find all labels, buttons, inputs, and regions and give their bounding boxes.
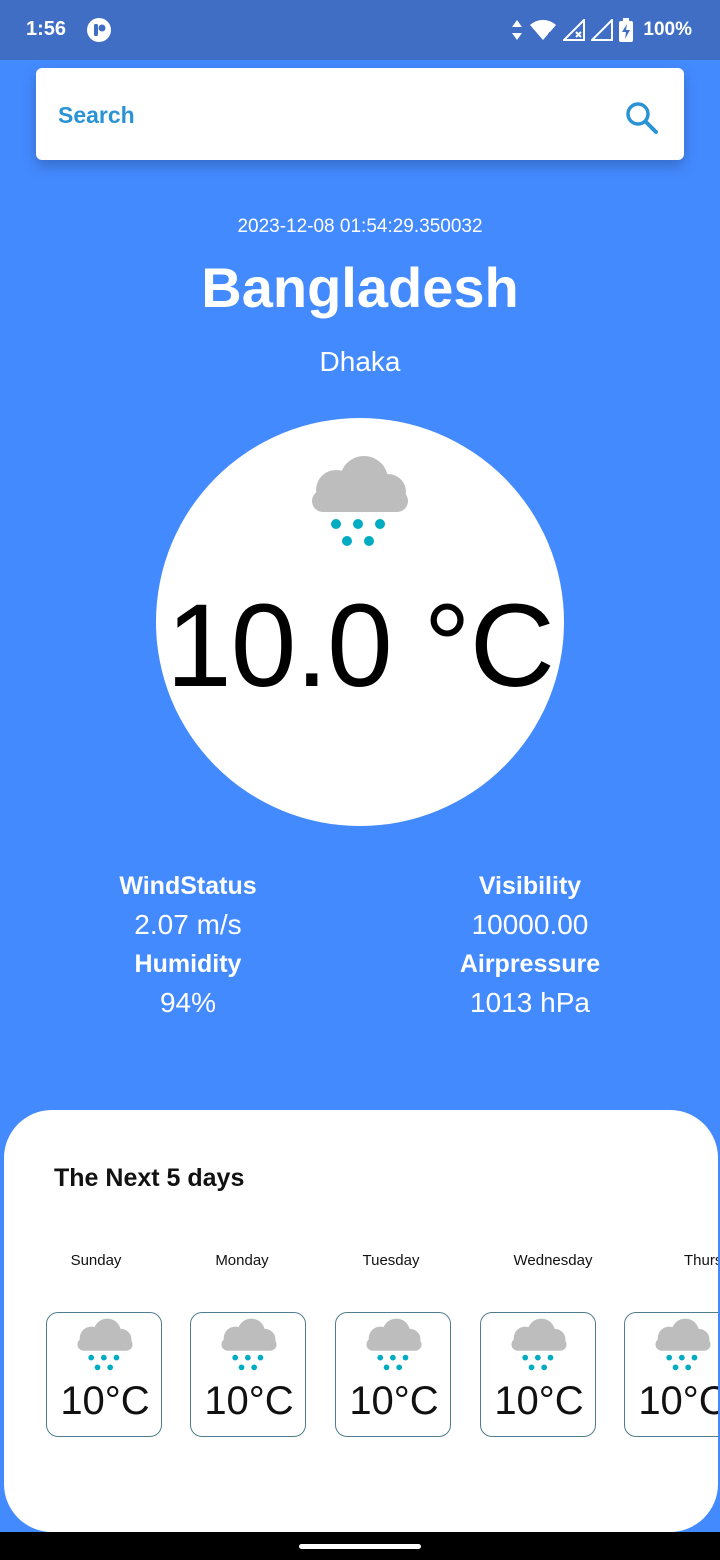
last-updated-timestamp: 2023-12-08 01:54:29.350032: [237, 216, 483, 237]
snow-cloud-icon: [221, 1318, 277, 1371]
visibility-value: 10000.00: [471, 909, 589, 940]
country-title: Bangladesh: [201, 256, 519, 319]
signal-no-sim-icon: [591, 19, 614, 41]
forecast-day-label: Tuesday: [362, 1252, 420, 1269]
wifi-icon: 4: [530, 19, 557, 41]
status-time: 1:56: [26, 18, 67, 40]
forecast-day-temp: 10°C: [494, 1379, 584, 1423]
forecast-day-card[interactable]: 10°C: [624, 1312, 718, 1437]
snow-cloud-icon: [77, 1318, 133, 1371]
data-arrows-icon: [512, 20, 523, 40]
forecast-day-card[interactable]: 10°C: [335, 1312, 451, 1437]
svg-text:4: 4: [546, 31, 552, 41]
forecast-day-card[interactable]: 10°C: [190, 1312, 306, 1437]
forecast-title: The Next 5 days: [54, 1164, 245, 1192]
forecast-day-label: Monday: [215, 1252, 269, 1269]
visibility-label: Visibility: [478, 872, 582, 900]
forecast-day-temp: 10°C: [349, 1379, 439, 1423]
city-name: Dhaka: [319, 346, 401, 377]
search-input[interactable]: [56, 90, 600, 140]
status-icons: 4 100%: [511, 16, 692, 44]
humidity-label: Humidity: [134, 950, 242, 978]
home-gesture-handle[interactable]: [299, 1544, 421, 1549]
snow-cloud-icon: [655, 1318, 711, 1371]
forecast-day-temp: 10°C: [638, 1379, 718, 1423]
forecast-day-temp: 10°C: [204, 1379, 294, 1423]
snow-cloud-icon: [312, 456, 408, 546]
forecast-day-label: Thursday: [684, 1252, 718, 1269]
search-icon[interactable]: [623, 99, 661, 137]
search-card: [36, 68, 684, 160]
battery-percent: 100%: [643, 19, 692, 40]
forecast-day-card[interactable]: 10°C: [480, 1312, 596, 1437]
wind-status-value: 2.07 m/s: [134, 909, 242, 940]
current-temperature: 10.0 °C: [166, 580, 555, 712]
forecast-card: The Next 5 days Sunday Monday Tuesday We…: [4, 1110, 718, 1532]
forecast-day-card[interactable]: 10°C: [46, 1312, 162, 1437]
snow-cloud-icon: [511, 1318, 567, 1371]
humidity-value: 94%: [159, 987, 217, 1018]
forecast-day-label: Sunday: [70, 1252, 122, 1269]
air-pressure-value: 1013 hPa: [470, 987, 590, 1018]
current-temperature-circle: 10.0 °C: [156, 418, 564, 826]
system-navigation-bar: [0, 1532, 720, 1560]
snow-cloud-icon: [366, 1318, 422, 1371]
forecast-day-label: Wednesday: [513, 1252, 593, 1269]
air-pressure-label: Airpressure: [459, 950, 601, 978]
app-notification-icon: [87, 18, 111, 42]
battery-charging-icon: [619, 18, 634, 42]
status-bar: 1:56 4 100%: [0, 0, 720, 60]
signal-icon: [563, 19, 586, 41]
wind-status-label: WindStatus: [119, 872, 257, 900]
forecast-day-temp: 10°C: [60, 1379, 150, 1423]
